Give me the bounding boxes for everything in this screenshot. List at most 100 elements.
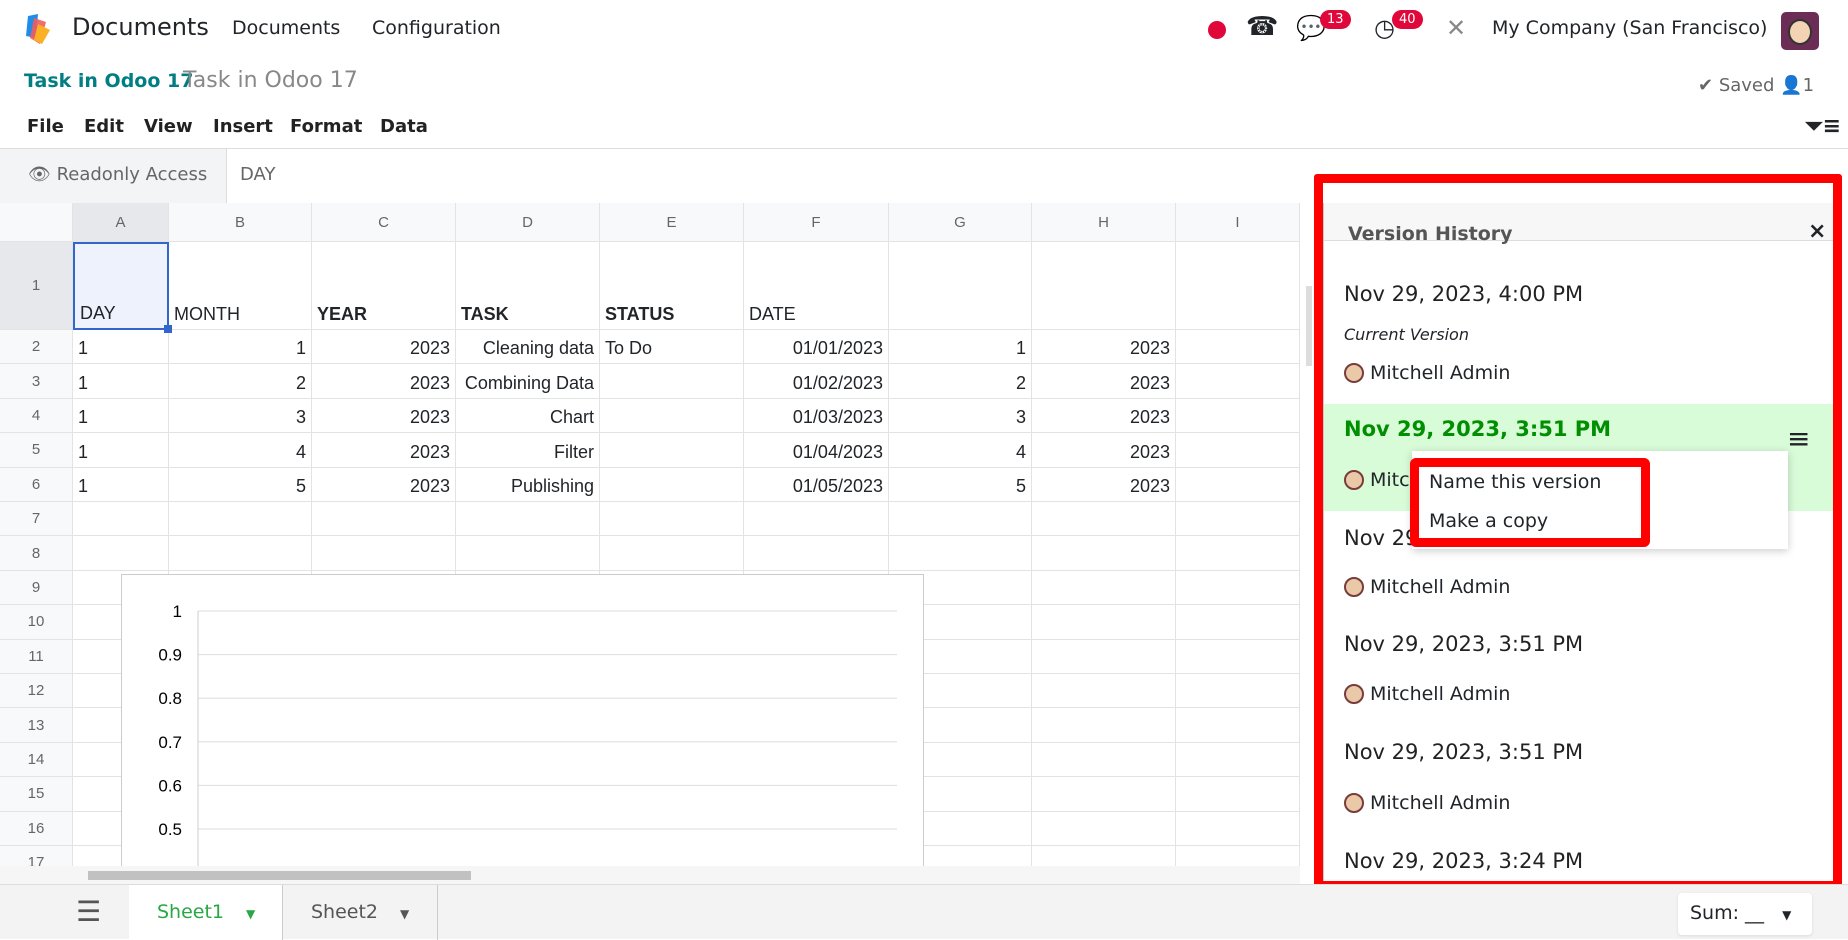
row-header-10[interactable]: 10 bbox=[0, 605, 73, 640]
cell-B2[interactable]: 1 bbox=[169, 330, 312, 365]
chart[interactable]: 1 0.9 0.8 0.7 0.6 0.5 bbox=[121, 574, 924, 870]
cell-H6[interactable]: 2023 bbox=[1032, 467, 1176, 502]
cell-I2[interactable] bbox=[1176, 330, 1300, 365]
menu-edit[interactable]: Edit bbox=[84, 116, 124, 137]
menu-file[interactable]: File bbox=[27, 116, 64, 137]
cell-B7[interactable] bbox=[169, 502, 312, 537]
cell-D4[interactable]: Chart bbox=[456, 398, 600, 434]
row-header-2[interactable]: 2 bbox=[0, 330, 73, 365]
cell-H4[interactable]: 2023 bbox=[1032, 398, 1176, 434]
row-header-1[interactable]: 1 bbox=[0, 242, 73, 330]
menu-format[interactable]: Format bbox=[290, 116, 362, 137]
cell-E4[interactable] bbox=[600, 398, 744, 434]
tools-icon[interactable]: ✕ bbox=[1446, 14, 1466, 42]
cell-C2[interactable]: 2023 bbox=[312, 330, 456, 365]
cell-G2[interactable]: 1 bbox=[889, 330, 1032, 365]
breadcrumb-parent[interactable]: Task in Odoo 17 bbox=[24, 70, 193, 92]
phone-icon[interactable]: ☎ bbox=[1246, 12, 1278, 42]
tab-sheet2[interactable]: Sheet2 ▼ bbox=[283, 885, 438, 940]
column-header-E[interactable]: E bbox=[600, 203, 744, 242]
cell-I6[interactable] bbox=[1176, 467, 1300, 502]
cell-H2[interactable]: 2023 bbox=[1032, 330, 1176, 365]
cell-G3[interactable]: 2 bbox=[889, 364, 1032, 399]
cell-G8[interactable] bbox=[889, 536, 1032, 571]
menu-data[interactable]: Data bbox=[380, 116, 428, 137]
row-header-15[interactable]: 15 bbox=[0, 777, 73, 812]
cell-H13[interactable] bbox=[1032, 708, 1176, 743]
app-name[interactable]: Documents bbox=[72, 13, 209, 41]
cell-F4[interactable]: 01/03/2023 bbox=[744, 398, 889, 434]
cell-H12[interactable] bbox=[1032, 674, 1176, 709]
cell-B3[interactable]: 2 bbox=[169, 364, 312, 399]
row-header-13[interactable]: 13 bbox=[0, 708, 73, 743]
cell-B5[interactable]: 4 bbox=[169, 433, 312, 468]
cell-G6[interactable]: 5 bbox=[889, 467, 1032, 502]
column-header-F[interactable]: F bbox=[744, 203, 889, 242]
column-header-G[interactable]: G bbox=[889, 203, 1032, 242]
horizontal-scrollbar[interactable] bbox=[0, 866, 1300, 884]
documents-app-logo[interactable] bbox=[22, 12, 56, 46]
menu-insert[interactable]: Insert bbox=[213, 116, 273, 137]
cell-G5[interactable]: 4 bbox=[889, 433, 1032, 468]
cell-D1[interactable]: TASK bbox=[456, 242, 600, 330]
cell-I7[interactable] bbox=[1176, 502, 1300, 537]
cell-D5[interactable]: Filter bbox=[456, 433, 600, 468]
cell-E1[interactable]: STATUS bbox=[600, 242, 744, 330]
nav-documents[interactable]: Documents bbox=[232, 17, 340, 39]
cell-B6[interactable]: 5 bbox=[169, 467, 312, 502]
company-switcher[interactable]: My Company (San Francisco) bbox=[1492, 17, 1767, 39]
row-header-7[interactable]: 7 bbox=[0, 502, 73, 537]
cell-H10[interactable] bbox=[1032, 605, 1176, 640]
selection-fill-handle[interactable] bbox=[164, 325, 172, 333]
column-header-C[interactable]: C bbox=[312, 203, 456, 242]
row-header-12[interactable]: 12 bbox=[0, 674, 73, 709]
cell-I10[interactable] bbox=[1176, 605, 1300, 640]
cell-G1[interactable] bbox=[889, 242, 1032, 330]
cell-H15[interactable] bbox=[1032, 777, 1176, 812]
cell-I4[interactable] bbox=[1176, 398, 1300, 434]
nav-configuration[interactable]: Configuration bbox=[372, 17, 501, 39]
cell-A4[interactable]: 1 bbox=[73, 398, 169, 434]
cell-I13[interactable] bbox=[1176, 708, 1300, 743]
row-header-3[interactable]: 3 bbox=[0, 364, 73, 399]
row-header-14[interactable]: 14 bbox=[0, 742, 73, 778]
cell-A1[interactable]: DAY bbox=[73, 242, 169, 330]
vertical-scrollbar[interactable] bbox=[1306, 286, 1312, 366]
cell-A6[interactable]: 1 bbox=[73, 467, 169, 502]
cell-I9[interactable] bbox=[1176, 570, 1300, 606]
cell-I12[interactable] bbox=[1176, 674, 1300, 709]
row-header-8[interactable]: 8 bbox=[0, 536, 73, 571]
cell-H3[interactable]: 2023 bbox=[1032, 364, 1176, 399]
cell-B8[interactable] bbox=[169, 536, 312, 571]
cell-D6[interactable]: Publishing bbox=[456, 467, 600, 502]
column-header-D[interactable]: D bbox=[456, 203, 600, 242]
cell-A3[interactable]: 1 bbox=[73, 364, 169, 399]
cell-E7[interactable] bbox=[600, 502, 744, 537]
cell-H8[interactable] bbox=[1032, 536, 1176, 571]
cell-D2[interactable]: Cleaning data bbox=[456, 330, 600, 365]
row-header-5[interactable]: 5 bbox=[0, 433, 73, 468]
cell-G7[interactable] bbox=[889, 502, 1032, 537]
caret-down-icon[interactable]: ▼ bbox=[246, 907, 255, 921]
cell-H11[interactable] bbox=[1032, 639, 1176, 674]
cell-E6[interactable] bbox=[600, 467, 744, 502]
row-header-6[interactable]: 6 bbox=[0, 467, 73, 502]
sum-selector[interactable]: Sum: __ ▼ bbox=[1678, 893, 1812, 935]
row-header-9[interactable]: 9 bbox=[0, 570, 73, 606]
cell-I1[interactable] bbox=[1176, 242, 1300, 330]
corner-cell[interactable] bbox=[0, 203, 73, 242]
cell-I11[interactable] bbox=[1176, 639, 1300, 674]
cell-B4[interactable]: 3 bbox=[169, 398, 312, 434]
cell-F2[interactable]: 01/01/2023 bbox=[744, 330, 889, 365]
cell-I16[interactable] bbox=[1176, 811, 1300, 846]
user-avatar[interactable] bbox=[1781, 12, 1819, 50]
cell-D8[interactable] bbox=[456, 536, 600, 571]
cell-E3[interactable] bbox=[600, 364, 744, 399]
row-header-16[interactable]: 16 bbox=[0, 811, 73, 846]
filter-list-icon[interactable]: ⏷≡ bbox=[1805, 114, 1841, 139]
cell-H1[interactable] bbox=[1032, 242, 1176, 330]
scrollbar-thumb[interactable] bbox=[88, 871, 471, 880]
document-title[interactable]: Task in Odoo 17 bbox=[183, 68, 358, 93]
cell-C7[interactable] bbox=[312, 502, 456, 537]
column-header-A[interactable]: A bbox=[73, 203, 169, 242]
